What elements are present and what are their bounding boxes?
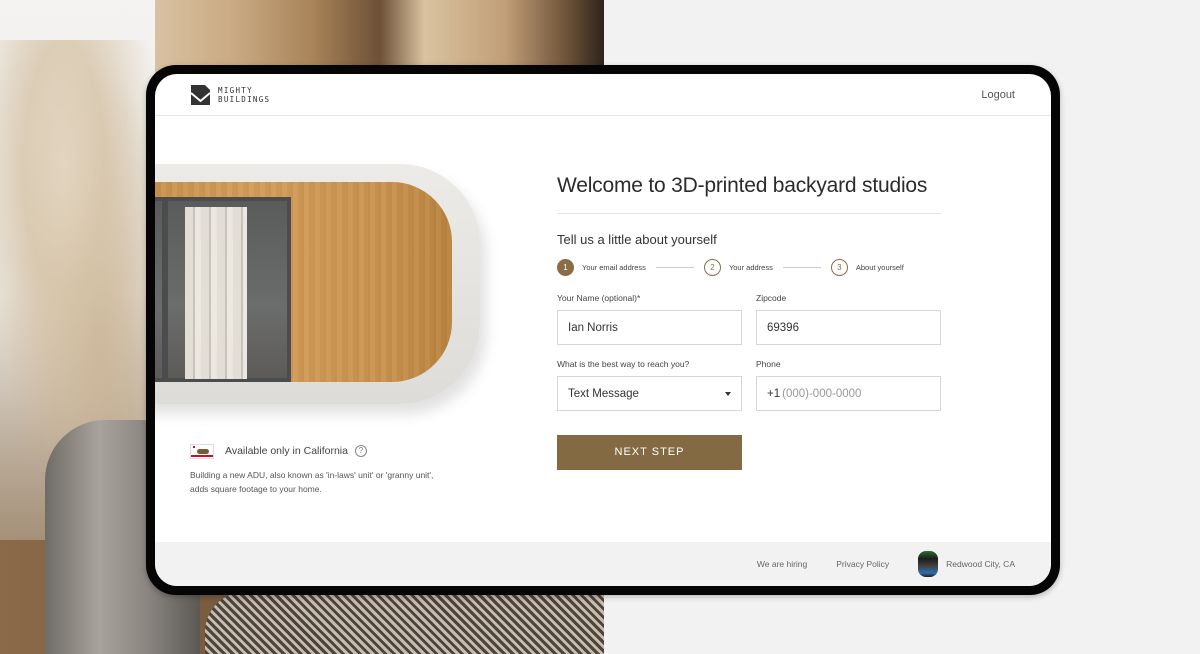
california-flag-icon xyxy=(190,443,214,459)
progress-stepper: 1 Your email address 2 Your address 3 Ab… xyxy=(557,259,941,276)
step-connector xyxy=(655,267,694,268)
studio-illustration xyxy=(155,164,480,404)
step-about[interactable]: 3 About yourself xyxy=(830,259,904,276)
app-screen: MIGHTY BUILDINGS Logout Available only in xyxy=(155,74,1051,586)
contact-method-value: Text Message xyxy=(568,387,639,400)
brand-logo[interactable]: MIGHTY BUILDINGS xyxy=(190,84,270,106)
studio-window xyxy=(155,197,291,382)
step-number: 3 xyxy=(830,259,848,276)
zipcode-field-group: Zipcode 69396 xyxy=(756,293,941,345)
redwood-city-badge-icon xyxy=(918,551,939,577)
pampas-grass-decor xyxy=(0,40,160,460)
window-curtain xyxy=(185,207,247,379)
brand-name-line2: BUILDINGS xyxy=(218,95,271,104)
availability-info: Available only in California ? Building … xyxy=(190,442,470,496)
step-label: Your address xyxy=(728,263,773,272)
brand-name: MIGHTY BUILDINGS xyxy=(218,86,270,104)
window-mullion xyxy=(162,201,168,378)
chevron-down-icon xyxy=(725,391,731,396)
availability-description: Building a new ADU, also known as 'in-la… xyxy=(190,470,434,494)
step-connector xyxy=(782,267,821,268)
next-step-button[interactable]: NEXT STEP xyxy=(557,435,742,470)
contact-method-label: What is the best way to reach you? xyxy=(557,359,690,369)
step-label: Your email address xyxy=(582,263,646,272)
contact-method-select[interactable]: Text Message xyxy=(557,376,742,411)
step-label: About yourself xyxy=(855,263,904,272)
name-input[interactable]: Ian Norris xyxy=(557,310,742,345)
phone-input[interactable]: +1 (000)-000-0000 xyxy=(756,376,941,411)
zipcode-input[interactable]: 69396 xyxy=(756,310,941,345)
cushion-decor xyxy=(205,592,604,654)
brand-name-line1: MIGHTY xyxy=(218,86,253,95)
signup-form: Welcome to 3D-printed backyard studios T… xyxy=(557,172,941,470)
page-title: Welcome to 3D-printed backyard studios xyxy=(557,174,928,197)
phone-prefix: +1 xyxy=(767,387,781,400)
footer: We are hiring Privacy Policy Redwood Cit… xyxy=(155,542,1051,586)
name-field-group: Your Name (optional)* Ian Norris xyxy=(557,293,742,345)
privacy-policy-link[interactable]: Privacy Policy xyxy=(836,559,889,569)
form-fields: Your Name (optional)* Ian Norris Zipcode… xyxy=(557,293,941,425)
studio-interior xyxy=(155,182,452,382)
contact-method-field-group: What is the best way to reach you? Text … xyxy=(557,359,742,411)
logout-link[interactable]: Logout xyxy=(981,89,1015,101)
top-header: MIGHTY BUILDINGS Logout xyxy=(155,74,1051,116)
phone-field-group: Phone +1 (000)-000-0000 xyxy=(756,359,941,411)
form-subtitle: Tell us a little about yourself xyxy=(557,232,717,247)
tablet-frame: MIGHTY BUILDINGS Logout Available only in xyxy=(146,65,1060,595)
hiring-link[interactable]: We are hiring xyxy=(757,559,807,569)
phone-placeholder: (000)-000-0000 xyxy=(782,387,862,400)
name-label: Your Name (optional)* xyxy=(557,293,641,303)
logo-icon xyxy=(190,85,211,105)
zipcode-label: Zipcode xyxy=(756,293,787,303)
phone-label: Phone xyxy=(756,359,781,369)
step-number: 2 xyxy=(703,259,721,276)
step-number: 1 xyxy=(557,259,574,276)
location-label: Redwood City, CA xyxy=(946,559,1015,569)
step-email[interactable]: 1 Your email address xyxy=(557,259,646,276)
step-address[interactable]: 2 Your address xyxy=(703,259,773,276)
availability-title: Available only in California xyxy=(225,445,348,457)
help-icon[interactable]: ? xyxy=(354,445,367,457)
title-divider xyxy=(557,213,941,214)
